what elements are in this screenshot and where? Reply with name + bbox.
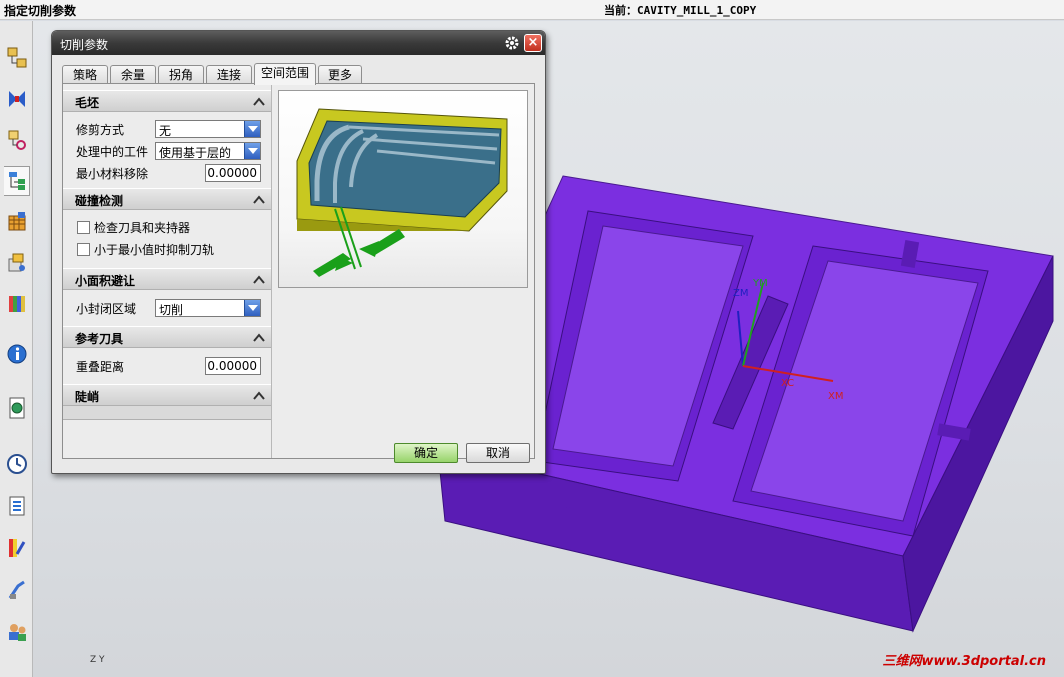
status-bar: 指定切削参数 当前：CAVITY_MILL_1_COPY (0, 0, 1064, 20)
close-icon[interactable]: × (524, 34, 542, 52)
dialog-title-bar[interactable]: 切削参数 × (52, 31, 545, 55)
suppress-toolpath-checkbox[interactable] (77, 243, 90, 256)
closed-area-value: 切削 (159, 303, 184, 317)
chevron-down-icon[interactable] (244, 121, 260, 137)
min-removal-input[interactable]: 0.00000 (205, 164, 261, 182)
operation-navigator-icon[interactable] (4, 166, 30, 196)
cut-parameters-dialog: 切削参数 × 策略 余量 拐角 连接 空间范围 更多 毛坯 修剪方式 无 处理中… (51, 30, 546, 474)
group-steep-title: 陡峭 (75, 390, 100, 404)
tab-stock[interactable]: 余量 (110, 65, 156, 84)
palette-icon[interactable] (4, 393, 30, 423)
closed-area-label: 小封闭区域 (76, 302, 137, 316)
tab-corners[interactable]: 拐角 (158, 65, 204, 84)
view-triad: Z Y (90, 655, 105, 665)
dialog-title: 切削参数 (60, 38, 109, 52)
overlap-label: 重叠距离 (76, 360, 125, 374)
min-removal-label: 最小材料移除 (76, 167, 149, 181)
ym-axis-label: YM (752, 278, 768, 289)
group-blank-header[interactable]: 毛坯 (63, 90, 271, 112)
current-operation: 当前：CAVITY_MILL_1_COPY (604, 2, 756, 18)
process-studio-icon[interactable] (4, 491, 30, 521)
assembly-navigator-icon[interactable] (4, 43, 30, 73)
tab-panel: 毛坯 修剪方式 无 处理中的工件 使用基于层的 最小材料移除 0.00000 碰… (62, 83, 535, 459)
check-holder-label: 检查刀具和夹持器 (94, 221, 191, 235)
group-ref-tool-header[interactable]: 参考刀具 (63, 326, 271, 348)
web-browser-icon[interactable] (4, 289, 30, 319)
group-steep-header[interactable]: 陡峭 (63, 384, 271, 406)
constraint-navigator-icon[interactable] (4, 84, 30, 114)
ipw-select[interactable]: 使用基于层的 (155, 142, 261, 160)
chevron-up-icon[interactable] (251, 388, 267, 403)
ipw-value: 使用基于层的 (159, 146, 232, 160)
tab-more[interactable]: 更多 (318, 65, 362, 84)
group-collision-header[interactable]: 碰撞检测 (63, 188, 271, 210)
reuse-library-icon[interactable] (4, 207, 30, 237)
chevron-up-icon[interactable] (251, 94, 267, 109)
closed-area-select[interactable]: 切削 (155, 299, 261, 317)
triad-y-label: Y (99, 655, 105, 665)
parameter-preview-image (278, 90, 528, 288)
tab-strategy[interactable]: 策略 (62, 65, 108, 84)
current-operation-name: CAVITY_MILL_1_COPY (637, 4, 757, 17)
current-label: 当前： (604, 4, 637, 17)
xc-axis-label: XC (781, 378, 794, 389)
trim-select[interactable]: 无 (155, 120, 261, 138)
panel-divider (271, 84, 272, 458)
group-ref-tool-title: 参考刀具 (75, 332, 124, 346)
settings-gear-icon[interactable] (503, 34, 521, 52)
resource-bar (0, 21, 33, 677)
roles-icon[interactable] (4, 617, 30, 647)
group-blank-title: 毛坯 (75, 96, 100, 110)
group-collision-title: 碰撞检测 (75, 194, 124, 208)
part-navigator-icon[interactable] (4, 125, 30, 155)
manufacturing-wizard-icon[interactable] (4, 575, 30, 605)
zm-axis-label: ZM (733, 288, 748, 299)
trim-label: 修剪方式 (76, 123, 125, 137)
visualization-icon[interactable] (4, 533, 30, 563)
cancel-button[interactable]: 取消 (466, 443, 530, 463)
suppress-toolpath-label: 小于最小值时抑制刀轨 (94, 243, 215, 257)
prompt-text: 指定切削参数 (4, 4, 77, 18)
ipw-label: 处理中的工件 (76, 145, 149, 159)
ok-button[interactable]: 确定 (394, 443, 458, 463)
xm-axis-label: XM (828, 391, 843, 402)
information-icon[interactable] (4, 339, 30, 369)
hd3d-tools-icon[interactable] (4, 248, 30, 278)
triad-z-label: Z (90, 655, 97, 665)
tab-connections[interactable]: 连接 (206, 65, 252, 84)
watermark: 三维网www.3dportal.cn (882, 654, 1046, 669)
steep-group-body (63, 406, 271, 420)
chevron-up-icon[interactable] (251, 192, 267, 207)
chevron-down-icon[interactable] (244, 300, 260, 316)
group-small-area-header[interactable]: 小面积避让 (63, 268, 271, 290)
history-icon[interactable] (4, 449, 30, 479)
overlap-input[interactable]: 0.00000 (205, 357, 261, 375)
chevron-up-icon[interactable] (251, 272, 267, 287)
chevron-up-icon[interactable] (251, 330, 267, 345)
chevron-down-icon[interactable] (244, 143, 260, 159)
trim-value: 无 (159, 124, 172, 138)
group-small-area-title: 小面积避让 (75, 274, 136, 288)
tab-containment[interactable]: 空间范围 (254, 63, 316, 85)
check-holder-checkbox[interactable] (77, 221, 90, 234)
